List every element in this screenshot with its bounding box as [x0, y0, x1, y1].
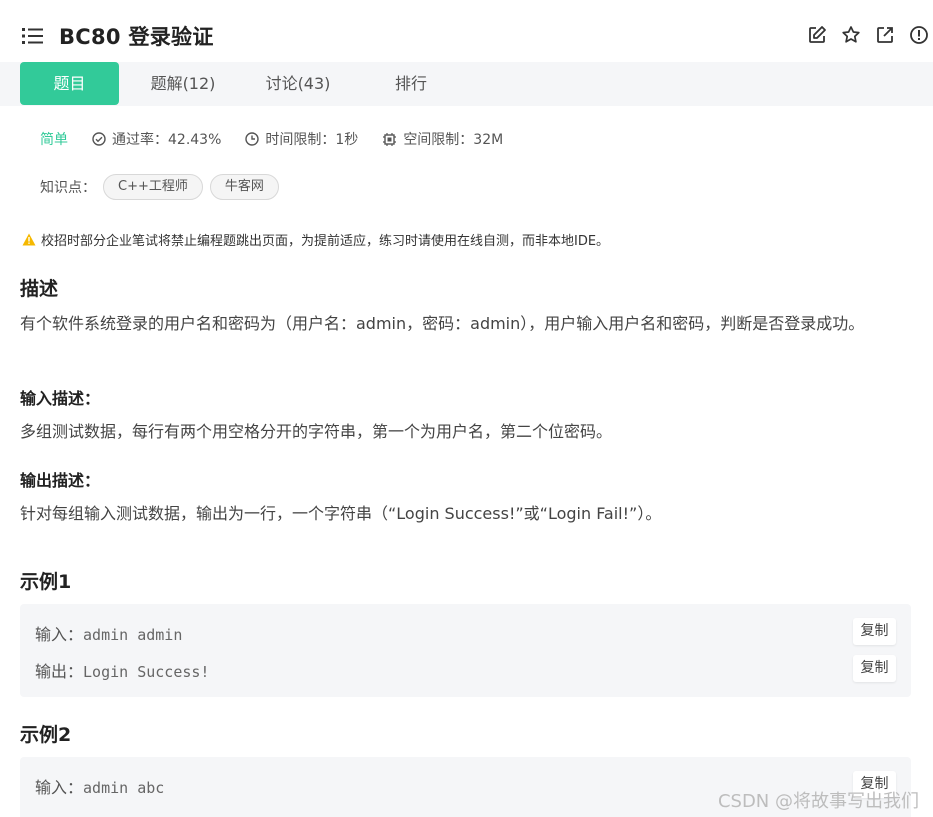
tab-discussion[interactable]: 讨论(43): [250, 62, 346, 105]
example-2-heading: 示例2: [20, 724, 72, 746]
clock-icon: [245, 132, 260, 146]
page-title: BC80 登录验证: [59, 25, 214, 49]
csdn-watermark: CSDN @将故事写出我们: [717, 791, 919, 812]
knowledge-label: 知识点：: [40, 180, 96, 196]
pass-rate: 通过率：42.43%: [92, 129, 221, 149]
copy-output-button[interactable]: 复制: [853, 655, 896, 682]
example-1-box: 输入：admin admin 复制 输出：Login Success! 复制: [20, 604, 911, 697]
example-1-heading: 示例1: [20, 571, 72, 593]
tag-nowcoder[interactable]: 牛客网: [209, 174, 279, 200]
input-desc-heading: 输入描述：: [20, 389, 101, 408]
example-1-input-value: admin admin: [83, 626, 183, 644]
chip-icon: [383, 132, 397, 146]
output-desc-text: 针对每组输入测试数据，输出为一行，一个字符串（“Login Success!”或…: [20, 504, 662, 523]
description-text: 有个软件系统登录的用户名和密码为（用户名：admin，密码：admin），用户输…: [20, 314, 865, 333]
space-limit: 空间限制：32M: [382, 129, 503, 149]
pass-rate-text: 通过率：42.43%: [112, 132, 222, 148]
warning-notice: 校招时部分企业笔试将禁止编程题跳出页面，为提前适应，练习时请使用在线自测，而非本…: [22, 230, 609, 249]
example-1-output-value: Login Success!: [83, 663, 210, 681]
external-link-icon[interactable]: [875, 25, 895, 45]
time-limit-text: 时间限制：1秒: [265, 132, 359, 148]
problem-meta: 简单 通过率：42.43% 时间限制：1秒 空间限制：32M: [40, 129, 527, 149]
output-desc-heading: 输出描述：: [20, 471, 101, 490]
input-label: 输入：: [35, 778, 84, 797]
tab-ranking[interactable]: 排行: [363, 62, 459, 105]
input-desc-text: 多组测试数据，每行有两个用空格分开的字符串，第一个为用户名，第二个位密码。: [20, 422, 613, 441]
output-label: 输出：: [35, 662, 84, 681]
difficulty-label: 简单: [40, 132, 68, 148]
tab-bar: 题目 题解(12) 讨论(43) 排行: [0, 62, 933, 106]
warning-text: 校招时部分企业笔试将禁止编程题跳出页面，为提前适应，练习时请使用在线自测，而非本…: [41, 234, 610, 249]
list-icon[interactable]: [22, 27, 44, 45]
header-actions: [807, 25, 929, 45]
copy-input-button[interactable]: 复制: [853, 618, 896, 645]
tag-cpp-engineer[interactable]: C++工程师: [103, 174, 203, 200]
warning-icon: [22, 233, 36, 246]
example-1-input-row: 输入：admin admin: [35, 621, 182, 645]
example-2-input-value: admin abc: [83, 779, 165, 797]
example-2-input-row: 输入：admin abc: [35, 774, 164, 798]
edit-icon[interactable]: [807, 25, 827, 45]
knowledge-points: 知识点： C++工程师 牛客网: [40, 174, 279, 200]
star-icon[interactable]: [841, 25, 861, 45]
description-heading: 描述: [20, 278, 59, 300]
input-label: 输入：: [35, 625, 84, 644]
space-limit-text: 空间限制：32M: [403, 132, 504, 148]
check-circle-icon: [92, 132, 106, 146]
tab-solutions[interactable]: 题解(12): [135, 62, 231, 105]
example-1-output-row: 输出：Login Success!: [35, 658, 209, 682]
header: BC80 登录验证: [0, 0, 933, 62]
tab-problem[interactable]: 题目: [20, 62, 119, 105]
info-icon[interactable]: [909, 25, 929, 45]
time-limit: 时间限制：1秒: [245, 129, 358, 149]
